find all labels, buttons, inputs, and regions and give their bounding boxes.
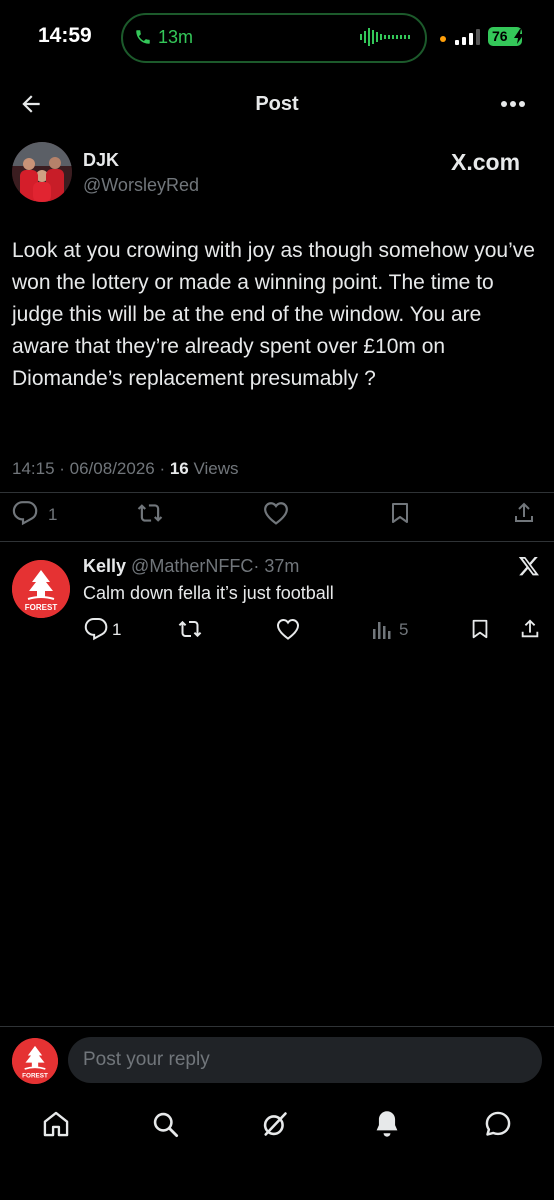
x-com-badge: X.com bbox=[451, 149, 521, 175]
divider bbox=[0, 1026, 554, 1027]
author-handle[interactable]: @WorsleyRed bbox=[83, 175, 199, 196]
reply-text: Calm down fella it’s just football bbox=[83, 583, 334, 603]
privacy-indicator-dot bbox=[440, 36, 446, 42]
repost-icon[interactable] bbox=[177, 617, 203, 641]
more-options-icon[interactable] bbox=[500, 97, 526, 111]
charging-bolt-icon bbox=[514, 29, 524, 44]
post-meta: 14:15 · 06/08/2026 · 16 Views bbox=[12, 459, 239, 479]
audio-waveform-icon bbox=[360, 28, 410, 46]
call-duration: 13m bbox=[158, 27, 194, 47]
home-icon[interactable] bbox=[42, 1110, 70, 1138]
page-title: Post bbox=[255, 93, 299, 115]
views-chart-icon[interactable] bbox=[372, 619, 394, 639]
reply-icon[interactable] bbox=[84, 617, 108, 641]
views-label: Views bbox=[188, 459, 239, 478]
forest-crest-text: FOREST bbox=[25, 603, 58, 612]
reply-author-name[interactable]: Kelly bbox=[83, 556, 126, 576]
phone-icon bbox=[134, 27, 152, 47]
reply-reply-count: 1 bbox=[112, 620, 122, 639]
grok-icon[interactable] bbox=[261, 1110, 289, 1138]
bookmark-icon[interactable] bbox=[388, 500, 412, 526]
views-count[interactable]: 16 bbox=[170, 459, 189, 478]
share-icon[interactable] bbox=[519, 617, 541, 641]
reply-header: Kelly @MatherNFFC· 37m bbox=[83, 556, 299, 577]
reply-input[interactable] bbox=[68, 1037, 542, 1083]
my-avatar[interactable]: FOREST bbox=[12, 1038, 58, 1084]
search-icon[interactable] bbox=[151, 1110, 179, 1138]
reply-author-handle[interactable]: @MatherNFFC bbox=[131, 556, 253, 576]
repost-icon[interactable] bbox=[136, 500, 164, 526]
reply-view-count: 5 bbox=[399, 620, 409, 639]
reply-count: 1 bbox=[48, 505, 58, 524]
reply-author-avatar[interactable]: FOREST bbox=[12, 560, 70, 618]
reply-icon[interactable] bbox=[12, 500, 38, 526]
divider bbox=[0, 492, 554, 493]
forest-crest-text: FOREST bbox=[22, 1073, 48, 1080]
share-icon[interactable] bbox=[512, 500, 536, 526]
post-timestamp: 14:15 · 06/08/2026 · bbox=[12, 459, 170, 478]
divider bbox=[0, 541, 554, 542]
post-text: Look at you crowing with joy as though s… bbox=[12, 239, 535, 390]
x-logo-icon bbox=[518, 555, 540, 577]
like-heart-icon[interactable] bbox=[262, 500, 290, 526]
notifications-bell-icon[interactable] bbox=[373, 1109, 401, 1139]
author-avatar[interactable] bbox=[12, 142, 72, 202]
reply-age: · 37m bbox=[253, 556, 300, 576]
author-display-name[interactable]: DJK bbox=[83, 150, 119, 171]
signal-icon bbox=[455, 29, 481, 45]
messages-icon[interactable] bbox=[484, 1110, 512, 1138]
status-time: 14:59 bbox=[38, 24, 92, 47]
battery-level: 76 bbox=[492, 28, 508, 44]
like-heart-icon[interactable] bbox=[275, 617, 301, 641]
bookmark-icon[interactable] bbox=[469, 617, 491, 641]
